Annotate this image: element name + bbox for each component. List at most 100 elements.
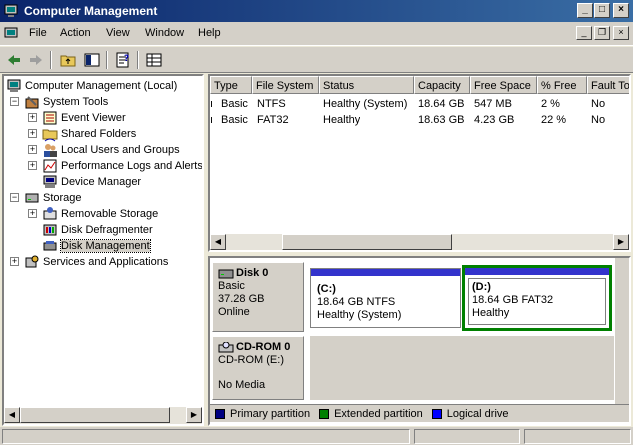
back-arrow-icon	[8, 55, 20, 65]
cdrom-empty-area	[310, 336, 614, 400]
maximize-button[interactable]: □	[594, 3, 610, 18]
cell-fault-tolerance: No	[591, 114, 606, 126]
tree-item-storage[interactable]: Storage	[24, 190, 82, 206]
column-header-fault-tolerance[interactable]: Fault To	[587, 76, 629, 94]
menu-view[interactable]: View	[106, 27, 130, 39]
computer-management-icon	[4, 4, 18, 17]
child-close-button[interactable]: ×	[613, 26, 629, 40]
tree-label: Shared Folders	[61, 128, 137, 140]
up-one-level-button[interactable]	[58, 50, 78, 70]
column-header-status[interactable]: Status	[319, 76, 414, 94]
tree-item-system-tools[interactable]: System Tools	[24, 94, 108, 110]
tree-label: Device Manager	[61, 176, 142, 188]
partition-color-bar	[311, 269, 460, 276]
toolbar-separator	[137, 51, 139, 69]
svg-text:?: ?	[124, 54, 129, 64]
expand-toggle[interactable]: +	[10, 257, 19, 266]
cell-status: Healthy	[323, 114, 361, 126]
back-button[interactable]	[4, 50, 24, 70]
scroll-left-button[interactable]: ◀	[4, 407, 20, 423]
tree-label: Removable Storage	[61, 208, 159, 220]
column-header-percent-free[interactable]: % Free	[537, 76, 587, 94]
computer-icon	[7, 79, 21, 92]
tree-horizontal-scrollbar[interactable]: ◀ ▶	[4, 407, 202, 424]
volume-list[interactable]: Type File System Status Capacity Free Sp…	[208, 74, 631, 252]
cdrom-media: No Media	[218, 379, 266, 391]
properties-button[interactable]: ?	[113, 50, 133, 70]
menu-window[interactable]: Window	[145, 27, 184, 39]
cdrom-0-label[interactable]: CD-ROM 0 CD-ROM (E:) No Media	[212, 336, 304, 400]
menu-file[interactable]: File	[29, 27, 47, 39]
tree-item-computer-management[interactable]: Computer Management (Local)	[6, 78, 177, 94]
minimize-button[interactable]: _	[577, 3, 593, 18]
window-title: Computer Management	[24, 4, 158, 18]
mmc-window-icon[interactable]	[4, 26, 20, 42]
users-icon	[44, 144, 57, 157]
tree-label: Storage	[43, 192, 82, 204]
expand-toggle[interactable]: +	[28, 209, 37, 218]
cell-fault-tolerance: No	[591, 98, 606, 110]
column-header-free-space[interactable]: Free Space	[470, 76, 537, 94]
help-button[interactable]	[144, 50, 164, 70]
close-button[interactable]: ×	[613, 3, 629, 18]
cell-type: Basic	[221, 114, 248, 126]
menu-action[interactable]: Action	[60, 27, 91, 39]
tree-label: Services and Applications	[43, 256, 169, 268]
partition-size: 18.64 GB NTFS	[317, 296, 396, 308]
title-bar: Computer Management _ □ ×	[0, 0, 633, 22]
expand-toggle[interactable]: +	[28, 113, 37, 122]
expand-toggle[interactable]: +	[28, 129, 37, 138]
expand-toggle[interactable]: +	[28, 161, 37, 170]
tree-item-disk-management[interactable]: Disk Management	[42, 238, 151, 254]
scroll-right-button[interactable]: ▶	[186, 407, 202, 423]
cd-drive-icon	[218, 341, 234, 352]
tree-item-removable-storage[interactable]: Removable Storage	[42, 206, 158, 222]
column-header-capacity[interactable]: Capacity	[414, 76, 470, 94]
performance-icon	[43, 159, 57, 173]
console-tree[interactable]: Computer Management (Local) − System Too…	[2, 74, 204, 426]
tree-item-shared-folders[interactable]: Shared Folders	[42, 126, 136, 142]
scroll-thumb[interactable]	[282, 234, 452, 250]
cdrom-drive: CD-ROM (E:)	[218, 354, 284, 366]
disk-status: Online	[218, 306, 250, 318]
scroll-left-button[interactable]: ◀	[210, 234, 226, 250]
tree-item-local-users-and-groups[interactable]: Local Users and Groups	[42, 142, 180, 158]
tree-item-performance-logs[interactable]: Performance Logs and Alerts	[42, 158, 202, 174]
child-restore-button[interactable]: ❐	[594, 26, 610, 40]
disk-0-label[interactable]: Disk 0 Basic 37.28 GB Online	[212, 262, 304, 332]
collapse-toggle[interactable]: −	[10, 193, 19, 202]
legend-primary: Primary partition	[230, 407, 311, 420]
legend-extended: Extended partition	[334, 407, 423, 420]
menu-bar: File Action View Window Help _ ❐ ×	[0, 22, 633, 46]
forward-button[interactable]	[26, 50, 46, 70]
scroll-thumb[interactable]	[20, 407, 170, 423]
menu-help[interactable]: Help	[198, 27, 221, 39]
tree-item-event-viewer[interactable]: Event Viewer	[42, 110, 126, 126]
column-header-file-system[interactable]: File System	[252, 76, 319, 94]
disk-layout-pane[interactable]: Disk 0 Basic 37.28 GB Online (C:) 18.64 …	[208, 256, 631, 426]
child-minimize-button[interactable]: _	[576, 26, 592, 40]
collapse-toggle[interactable]: −	[10, 97, 19, 106]
folder-up-icon	[60, 55, 76, 67]
scroll-right-button[interactable]: ▶	[613, 234, 629, 250]
console-tree-icon	[84, 53, 100, 67]
tree-item-disk-defragmenter[interactable]: Disk Defragmenter	[42, 222, 153, 238]
cell-type: Basic	[221, 98, 248, 110]
status-segment	[524, 429, 631, 444]
tree-item-device-manager[interactable]: Device Manager	[42, 174, 141, 190]
expand-toggle[interactable]: +	[28, 145, 37, 154]
show-hide-tree-button[interactable]	[82, 50, 102, 70]
partition-c[interactable]: (C:) 18.64 GB NTFS Healthy (System)	[310, 268, 461, 328]
partition-d[interactable]: (D:) 18.64 GB FAT32 Healthy	[462, 265, 612, 331]
status-bar	[0, 427, 633, 445]
event-viewer-icon	[43, 111, 57, 125]
legend-logical: Logical drive	[446, 407, 509, 420]
volume-horizontal-scrollbar[interactable]: ◀ ▶	[210, 234, 629, 250]
status-segment	[414, 429, 520, 444]
disk-vertical-scrollbar[interactable]	[614, 258, 629, 404]
help-grid-icon	[146, 53, 162, 67]
services-icon	[25, 255, 39, 268]
tree-item-services-and-applications[interactable]: Services and Applications	[24, 254, 168, 270]
disk-name: CD-ROM 0	[236, 341, 291, 353]
column-header-type[interactable]: Type	[210, 76, 252, 94]
